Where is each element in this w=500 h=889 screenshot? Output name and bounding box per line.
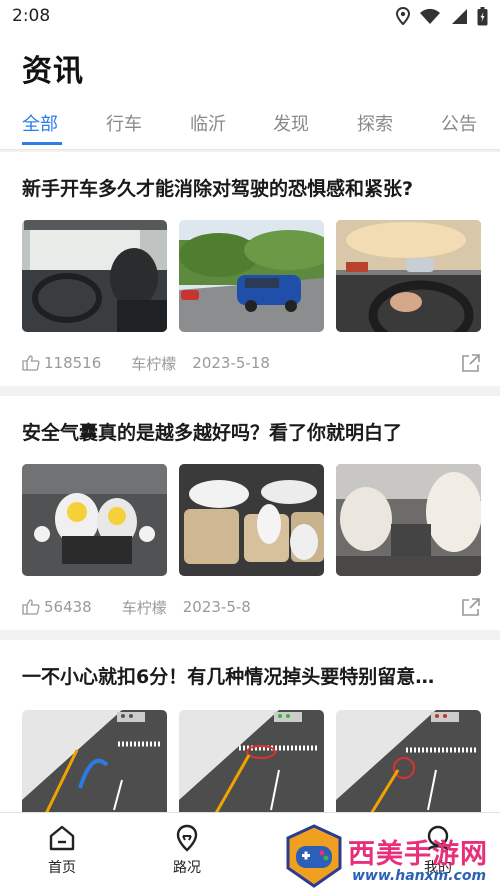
- tab-discover[interactable]: 发现: [273, 110, 309, 136]
- app-screen: 2:08 资讯 全部 行车 临沂 发现 探索 公告 新手开车多久才能消除对驾驶的…: [0, 0, 500, 889]
- article-thumbnails: [22, 464, 481, 576]
- article-title[interactable]: 安全气囊真的是越多越好吗？看了你就明白了: [22, 418, 480, 445]
- deployed-airbag-photo[interactable]: [336, 464, 481, 576]
- tab-all[interactable]: 全部: [22, 110, 58, 136]
- article-author: 车柠檬: [121, 598, 167, 617]
- page-header: 资讯: [0, 32, 500, 100]
- u-turn-diagram-3[interactable]: [336, 710, 481, 822]
- article-date: 2023-5-18: [192, 354, 270, 372]
- signal-icon: [452, 8, 467, 24]
- steering-wheel-photo[interactable]: [336, 220, 481, 332]
- watermark-text: 西美手游网: [348, 839, 488, 870]
- article-thumbnails: [22, 220, 481, 332]
- u-turn-diagram-1[interactable]: [22, 710, 167, 822]
- tab-explore[interactable]: 探索: [357, 110, 393, 136]
- article-card[interactable]: 安全气囊真的是越多越好吗？看了你就明白了 56438 车柠檬 2023-5-8: [0, 396, 500, 630]
- gamepad-logo-icon: [286, 824, 342, 888]
- battery-icon: [477, 6, 488, 25]
- article-meta: 118516 车柠檬 2023-5-18: [22, 352, 481, 374]
- views-count: 56438: [44, 598, 92, 616]
- watermark: 西美手游网 www.hanxm.com: [280, 822, 500, 889]
- crash-test-airbag-photo[interactable]: [22, 464, 167, 576]
- article-card[interactable]: 新手开车多久才能消除对驾驶的恐惧感和紧张? 118516 车柠檬 2023-5-…: [0, 152, 500, 386]
- article-meta: 56438 车柠檬 2023-5-8: [22, 596, 481, 618]
- article-date: 2023-5-8: [182, 598, 251, 616]
- location-status-icon: [396, 7, 410, 25]
- status-icons: [396, 6, 488, 26]
- article-title[interactable]: 一不小心就扣6分！有几种情况掉头要特别留意…: [22, 662, 480, 689]
- status-time: 2:08: [12, 6, 51, 26]
- nav-traffic[interactable]: 路况: [157, 823, 217, 877]
- car-interior-airbags-photo[interactable]: [179, 464, 324, 576]
- views-icon: [22, 355, 40, 371]
- active-tab-indicator: [22, 142, 62, 145]
- nav-home-label: 首页: [48, 860, 76, 876]
- tab-linyi[interactable]: 临沂: [190, 110, 226, 136]
- article-thumbnails: [22, 710, 481, 822]
- watermark-url: www.hanxm.com: [352, 868, 487, 884]
- nav-traffic-label: 路况: [173, 860, 201, 876]
- tab-driving[interactable]: 行车: [106, 110, 142, 136]
- location-icon: [176, 824, 198, 852]
- views-count: 118516: [44, 354, 102, 372]
- page-title: 资讯: [22, 54, 84, 89]
- category-tabs: 全部 行车 临沂 发现 探索 公告: [0, 100, 500, 150]
- share-icon[interactable]: [461, 353, 481, 373]
- status-bar: 2:08: [0, 0, 500, 32]
- u-turn-diagram-2[interactable]: [179, 710, 324, 822]
- tab-announcements[interactable]: 公告: [441, 110, 477, 136]
- driver-cabin-photo[interactable]: [22, 220, 167, 332]
- article-title[interactable]: 新手开车多久才能消除对驾驶的恐惧感和紧张?: [22, 174, 480, 201]
- wifi-icon: [420, 8, 440, 24]
- home-icon: [49, 825, 75, 851]
- article-card[interactable]: 一不小心就扣6分！有几种情况掉头要特别留意…: [0, 640, 500, 822]
- share-icon[interactable]: [461, 597, 481, 617]
- suv-on-road-photo[interactable]: [179, 220, 324, 332]
- views-icon: [22, 599, 40, 615]
- nav-home[interactable]: 首页: [32, 823, 92, 877]
- article-author: 车柠檬: [131, 354, 177, 373]
